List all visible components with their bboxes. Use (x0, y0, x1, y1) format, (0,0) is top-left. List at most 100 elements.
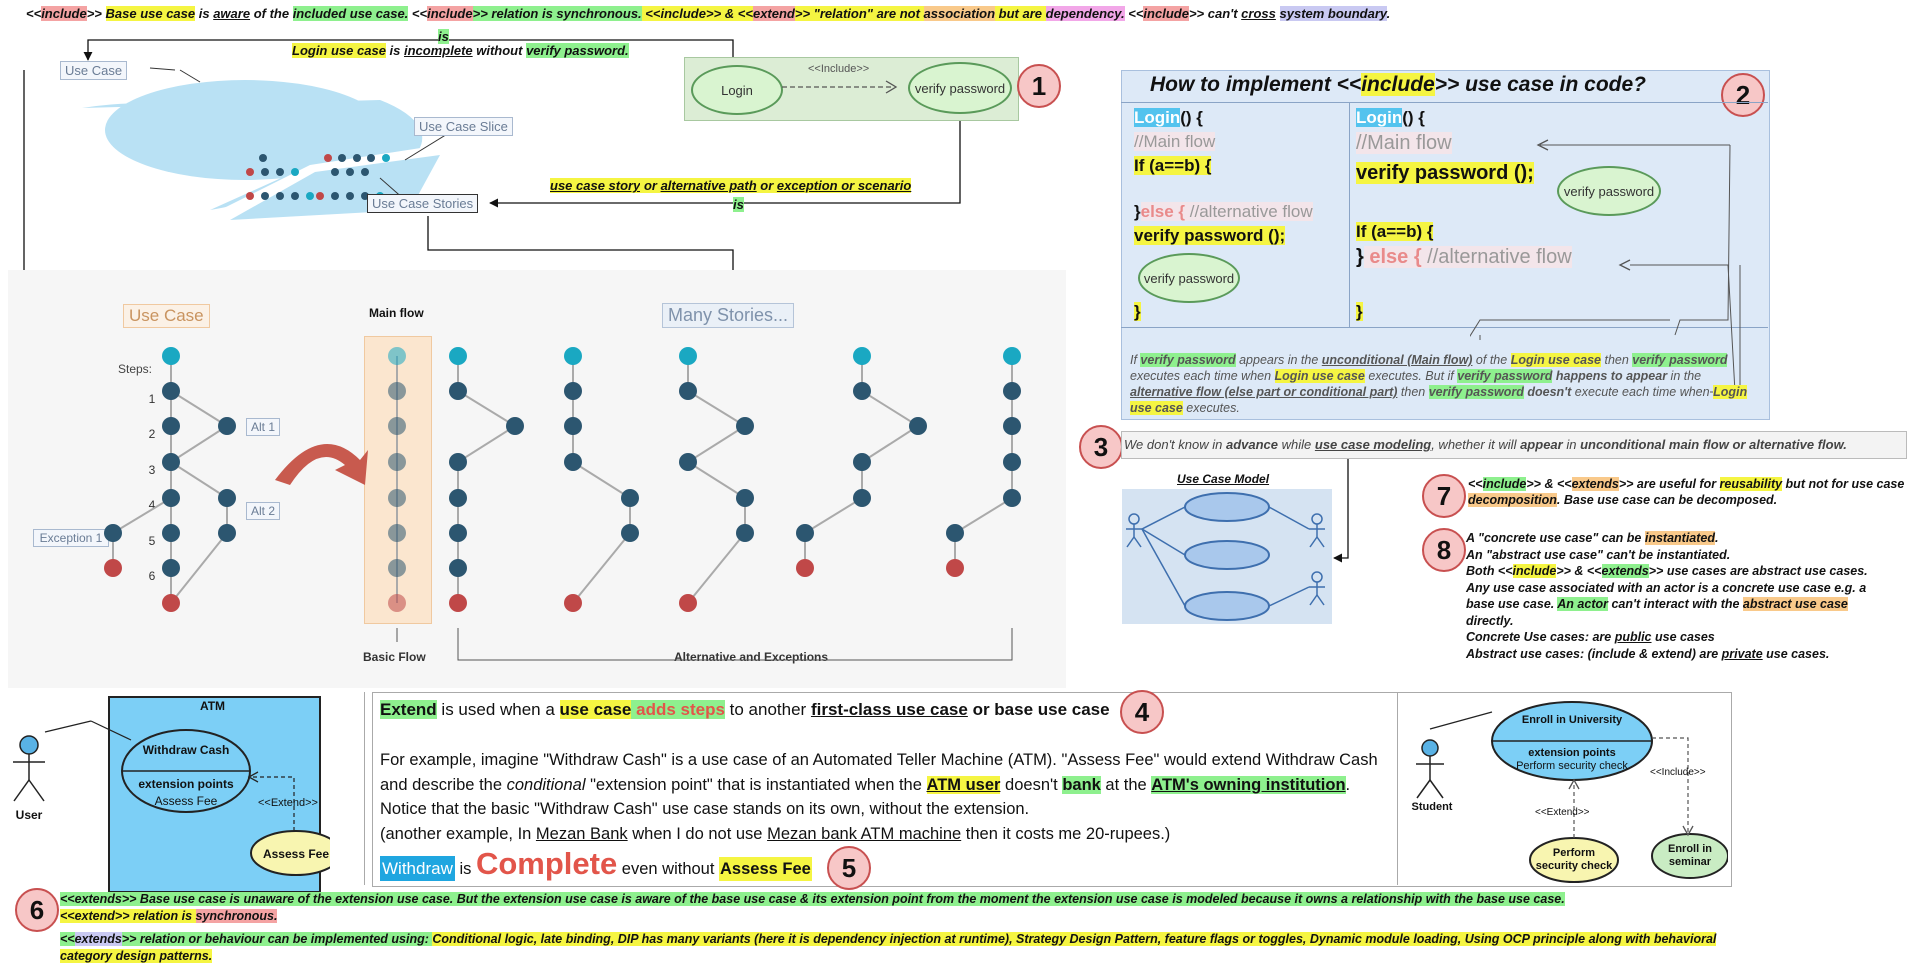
note6-text: <<extends>> Base use case is unaware of … (60, 891, 1780, 965)
text: decomposition (1468, 493, 1557, 507)
flow-edge (687, 425, 746, 463)
text: is (733, 197, 744, 212)
perform-security-label: Perform security check (1535, 847, 1613, 872)
text: synchronous. (195, 909, 278, 923)
flow-node (1003, 453, 1021, 471)
flow-node (853, 489, 871, 507)
flow-edge (170, 390, 228, 427)
text: << (408, 6, 428, 21)
text: Login use case (292, 43, 386, 58)
flow-edge (572, 461, 631, 499)
flow-node (162, 382, 180, 400)
text: doesn't (1523, 385, 1572, 399)
code-comment: //Main flow (1356, 132, 1452, 154)
text: Login use case (1510, 353, 1601, 367)
extend-panel-left-border (364, 692, 365, 885)
text: then (1601, 353, 1633, 367)
text: Withdraw (380, 856, 455, 881)
text: is (195, 6, 214, 21)
text: execute each time when (1571, 385, 1714, 399)
text: without (472, 43, 527, 58)
text: << (60, 932, 75, 946)
flow-node (162, 524, 180, 542)
text: >> relation is (114, 909, 196, 923)
connector-code-to-model (1333, 458, 1349, 563)
text: included use case. (292, 6, 409, 21)
use-case-model-diagram (1122, 489, 1332, 624)
flow-node (946, 559, 964, 577)
flow-node (736, 489, 754, 507)
flow-node (218, 489, 236, 507)
text: >> can't (1188, 6, 1242, 21)
flow-node (388, 489, 406, 507)
flow-edge (687, 390, 746, 427)
left-verify-ellipse: verify password (1138, 253, 1240, 303)
flow-node (853, 347, 871, 365)
verify-password-ellipse: verify password (908, 62, 1012, 114)
text: even without (617, 860, 720, 878)
text: or (756, 178, 777, 193)
text: Concrete Use cases: are (1466, 630, 1615, 644)
text (1276, 6, 1280, 21)
text: >> are useful for (1618, 477, 1720, 491)
flow-node (679, 382, 697, 400)
text: incomplete (404, 43, 473, 58)
text: use cases (1651, 630, 1715, 644)
flow-node (564, 417, 582, 435)
text: >> relation or behaviour can be implemen… (121, 932, 433, 946)
text: << (60, 909, 75, 923)
text: use cases. (1762, 646, 1830, 661)
left-close-brace: } (1134, 302, 1141, 322)
atm-assess-point: Assess Fee (154, 794, 218, 808)
text: Both << (1466, 564, 1513, 578)
flow-edge (804, 497, 863, 534)
text: is (385, 43, 404, 58)
flow-node (388, 382, 406, 400)
flow-node (449, 489, 467, 507)
code-panel-divider-v (1349, 103, 1350, 327)
flow-node (564, 347, 582, 365)
flow-node (946, 524, 964, 542)
text: dependency. (1045, 6, 1125, 21)
code-panel-title: How to implement <<include>> use case in… (1150, 73, 1646, 97)
text: } (1134, 202, 1141, 221)
atm-extension-points: extension points (138, 777, 234, 791)
text: >> & << (705, 6, 753, 21)
flow-node (449, 524, 467, 542)
text: Login use case (1274, 369, 1365, 383)
code-comment: //Main flow (1134, 132, 1216, 151)
text: bank (1062, 775, 1101, 794)
text: use case modeling (1314, 437, 1432, 452)
text: extends (1601, 564, 1649, 578)
text: include (427, 6, 473, 21)
flow-node (104, 559, 122, 577)
flow-node (388, 417, 406, 435)
text: << (641, 6, 661, 21)
flow-edge (954, 497, 1013, 534)
flow-node (564, 453, 582, 471)
flow-node (162, 347, 180, 365)
text: . (1386, 6, 1391, 21)
text: Base use case (105, 6, 196, 21)
text: then (1397, 385, 1429, 399)
text: abstract use case (1742, 597, 1848, 611)
text: private (1721, 646, 1763, 661)
text: use case story (550, 178, 641, 193)
text: } (1134, 302, 1141, 321)
flow-node (853, 453, 871, 471)
flow-node (388, 524, 406, 542)
number-3-badge: 3 (1079, 425, 1123, 469)
enroll-university-label: Enroll in University (1521, 714, 1623, 726)
text: of the (1472, 353, 1511, 367)
text: } (1356, 246, 1364, 268)
text: , whether it will (1431, 437, 1521, 452)
text: extend (752, 6, 795, 21)
number-8-badge: 8 (1422, 528, 1466, 572)
text: verify password (1632, 353, 1728, 367)
university-perf-point: Perform security check (1516, 760, 1628, 772)
text: while (1278, 437, 1315, 452)
text: () { (1402, 108, 1425, 127)
flow-node (388, 594, 406, 612)
flow-node (621, 489, 639, 507)
flow-node (853, 382, 871, 400)
